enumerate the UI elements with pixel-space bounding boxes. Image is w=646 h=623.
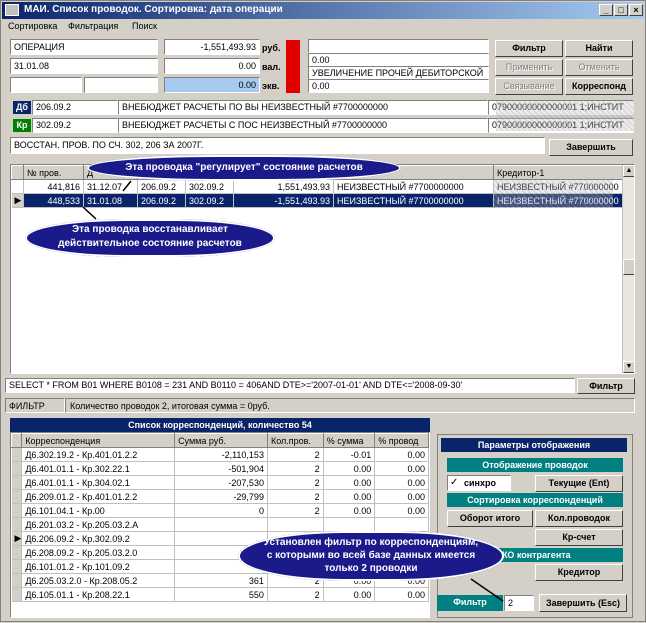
arrow-line-3	[470, 578, 504, 602]
arrow-line-2	[82, 206, 97, 220]
main-window: МАИ. Список проводок. Сортировка: дата о…	[0, 0, 646, 622]
callout-arrows	[82, 180, 504, 602]
arrow-line-1	[122, 180, 132, 192]
